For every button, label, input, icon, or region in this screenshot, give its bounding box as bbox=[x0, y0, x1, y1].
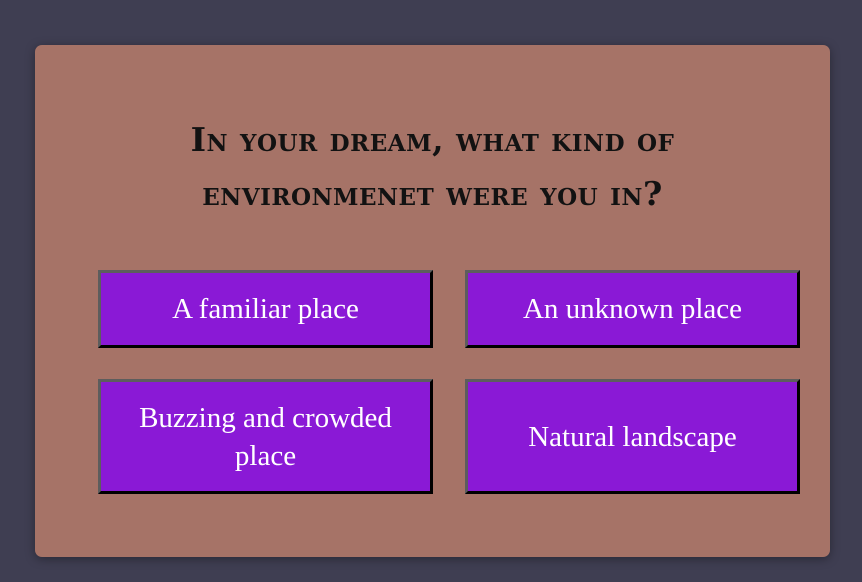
question-heading: In your dream, what kind of environmenet… bbox=[35, 113, 830, 221]
question-line-2: environmenet were you in? bbox=[202, 174, 663, 213]
answer-button-familiar-place[interactable]: A familiar place bbox=[98, 270, 433, 348]
quiz-card: In your dream, what kind of environmenet… bbox=[35, 45, 830, 557]
answer-button-natural-landscape[interactable]: Natural landscape bbox=[465, 379, 800, 494]
question-line-1: In your dream, what kind of bbox=[190, 120, 675, 159]
answer-button-unknown-place[interactable]: An unknown place bbox=[465, 270, 800, 348]
answer-button-crowded-place[interactable]: Buzzing and crowded place bbox=[98, 379, 433, 494]
